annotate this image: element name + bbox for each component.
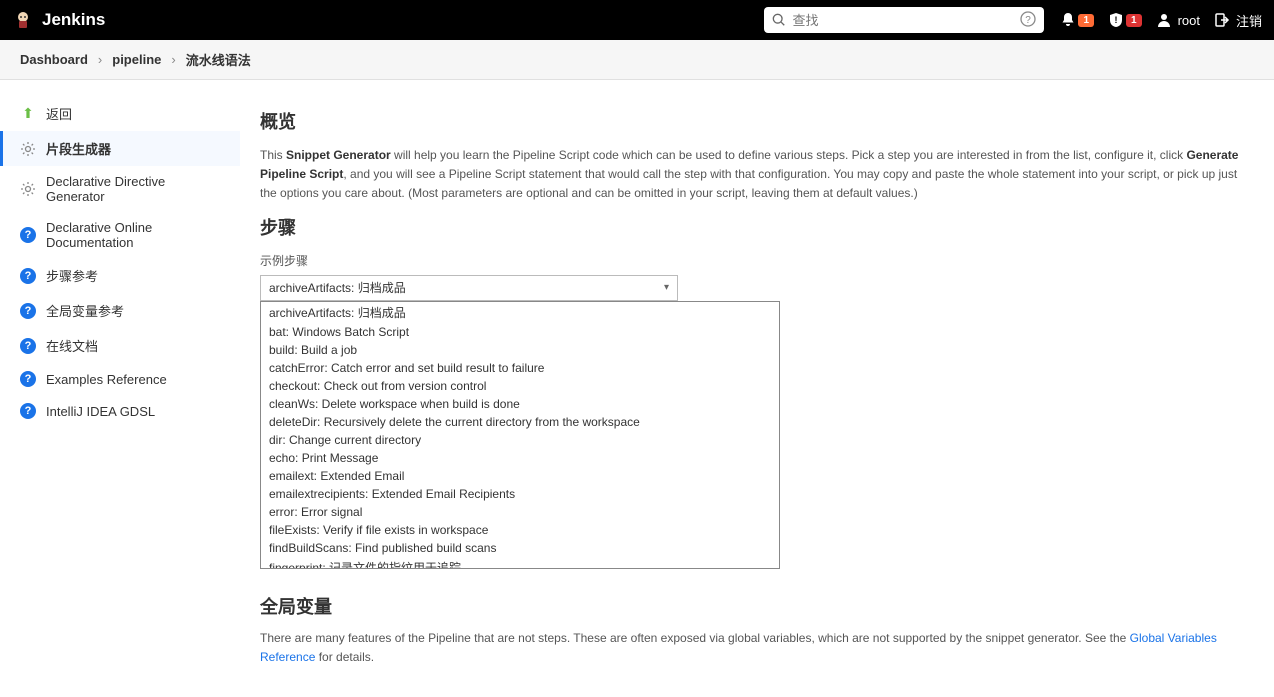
sidebar-item-label: 步骤参考 [46, 266, 98, 285]
sidebar: ⬆ 返回片段生成器 Declarative Directive Generator?… [0, 80, 240, 697]
logout-icon [1214, 12, 1230, 28]
sidebar-item-5[interactable]: ? 全局变量参考 [0, 293, 240, 328]
help-icon: ? [20, 227, 36, 243]
breadcrumb-item[interactable]: 流水线语法 [186, 50, 251, 69]
dropdown-option[interactable]: fileExists: Verify if file exists in wor… [261, 521, 779, 539]
sidebar-item-0[interactable]: ⬆ 返回 [0, 96, 240, 131]
gear-icon [20, 181, 36, 197]
search-icon [772, 13, 786, 27]
dropdown-option[interactable]: build: Build a job [261, 341, 779, 359]
chevron-right-icon: › [171, 52, 175, 67]
notifications-button[interactable]: 1 [1060, 12, 1094, 28]
breadcrumb-item[interactable]: pipeline [112, 52, 161, 67]
help-icon: ? [20, 268, 36, 284]
main-content: 概览 This Snippet Generator will help you … [240, 80, 1274, 697]
sample-step-dropdown[interactable]: archiveArtifacts: 归档成品bat: Windows Batch… [260, 301, 780, 569]
search-box[interactable]: ? [764, 7, 1044, 33]
global-vars-heading: 全局变量 [260, 593, 1246, 619]
dropdown-option[interactable]: fingerprint: 记录文件的指纹用于追踪 [261, 557, 779, 569]
overview-text: This Snippet Generator will help you lea… [260, 146, 1246, 204]
sidebar-item-1[interactable]: 片段生成器 [0, 131, 240, 166]
sidebar-item-2[interactable]: Declarative Directive Generator [0, 166, 240, 212]
logo-area[interactable]: Jenkins [12, 9, 105, 31]
help-icon: ? [20, 303, 36, 319]
sidebar-item-label: Examples Reference [46, 372, 167, 387]
dropdown-option[interactable]: catchError: Catch error and set build re… [261, 359, 779, 377]
sidebar-item-label: 返回 [46, 104, 72, 123]
bell-icon [1060, 12, 1076, 28]
search-input[interactable] [792, 13, 1014, 28]
sample-step-select[interactable]: archiveArtifacts: 归档成品 ▾ [260, 275, 678, 301]
dropdown-option[interactable]: bat: Windows Batch Script [261, 323, 779, 341]
sidebar-item-label: 片段生成器 [46, 139, 111, 158]
select-value: archiveArtifacts: 归档成品 [269, 279, 406, 296]
shield-badge: 1 [1126, 14, 1142, 27]
overview-heading: 概览 [260, 108, 1246, 134]
sidebar-item-label: 全局变量参考 [46, 301, 124, 320]
user-icon [1156, 12, 1172, 28]
bell-badge: 1 [1078, 14, 1094, 27]
help-icon: ? [20, 338, 36, 354]
sidebar-item-8[interactable]: ? IntelliJ IDEA GDSL [0, 395, 240, 427]
dropdown-option[interactable]: error: Error signal [261, 503, 779, 521]
steps-heading: 步骤 [260, 214, 1246, 240]
sidebar-item-label: Declarative Online Documentation [46, 220, 220, 250]
jenkins-logo-icon [12, 9, 34, 31]
dropdown-option[interactable]: archiveArtifacts: 归档成品 [261, 302, 779, 323]
sidebar-item-7[interactable]: ? Examples Reference [0, 363, 240, 395]
dropdown-option[interactable]: checkout: Check out from version control [261, 377, 779, 395]
sidebar-item-label: 在线文档 [46, 336, 98, 355]
dropdown-option[interactable]: cleanWs: Delete workspace when build is … [261, 395, 779, 413]
dropdown-option[interactable]: deleteDir: Recursively delete the curren… [261, 413, 779, 431]
dropdown-option[interactable]: emailextrecipients: Extended Email Recip… [261, 485, 779, 503]
help-icon: ? [20, 371, 36, 387]
chevron-right-icon: › [98, 52, 102, 67]
dropdown-option[interactable]: emailext: Extended Email [261, 467, 779, 485]
help-icon[interactable]: ? [1020, 11, 1036, 30]
svg-text:!: ! [1115, 15, 1118, 25]
sidebar-item-label: Declarative Directive Generator [46, 174, 220, 204]
sidebar-item-6[interactable]: ? 在线文档 [0, 328, 240, 363]
logout-button[interactable]: 注销 [1214, 11, 1262, 30]
user-menu[interactable]: root [1156, 12, 1200, 28]
sidebar-item-4[interactable]: ? 步骤参考 [0, 258, 240, 293]
username-label: root [1178, 13, 1200, 28]
logout-label: 注销 [1236, 11, 1262, 30]
dropdown-option[interactable]: dir: Change current directory [261, 431, 779, 449]
breadcrumb: Dashboard › pipeline › 流水线语法 [0, 40, 1274, 80]
help-icon: ? [20, 403, 36, 419]
chevron-down-icon: ▾ [664, 282, 669, 293]
gear-icon [20, 141, 36, 157]
svg-text:?: ? [1026, 15, 1032, 26]
topbar: Jenkins ? 1 ! 1 root 注销 [0, 0, 1274, 40]
topbar-icons: 1 ! 1 root 注销 [1060, 11, 1262, 30]
arrow-up-icon: ⬆ [20, 106, 36, 122]
sample-step-label: 示例步骤 [260, 252, 1246, 269]
security-button[interactable]: ! 1 [1108, 12, 1142, 28]
sidebar-item-3[interactable]: ? Declarative Online Documentation [0, 212, 240, 258]
dropdown-option[interactable]: findBuildScans: Find published build sca… [261, 539, 779, 557]
breadcrumb-item[interactable]: Dashboard [20, 52, 88, 67]
shield-icon: ! [1108, 12, 1124, 28]
global-vars-text: There are many features of the Pipeline … [260, 629, 1246, 667]
brand-name: Jenkins [42, 10, 105, 30]
sidebar-item-label: IntelliJ IDEA GDSL [46, 404, 155, 419]
dropdown-option[interactable]: echo: Print Message [261, 449, 779, 467]
